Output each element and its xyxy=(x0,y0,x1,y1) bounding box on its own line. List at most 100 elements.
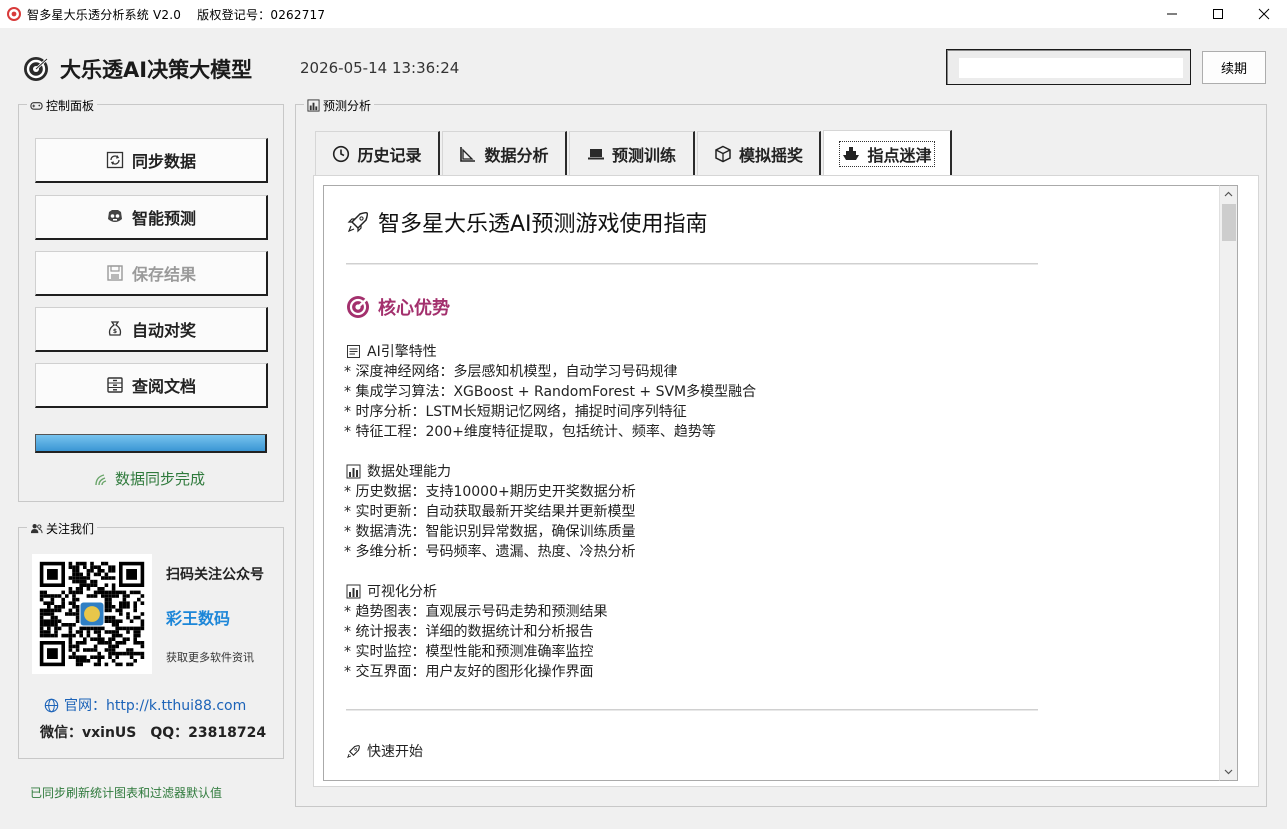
bar-chart-icon xyxy=(307,99,320,112)
scroll-down-button[interactable] xyxy=(1220,764,1237,780)
data-processing-heading-text: 数据处理能力 xyxy=(367,464,451,480)
tab-guidance-label: 指点迷津 xyxy=(867,145,932,165)
list-item: * 历史数据：支持10000+期历史开奖数据分析 xyxy=(344,484,636,500)
scroll-thumb[interactable] xyxy=(1222,204,1236,241)
bar-chart-icon xyxy=(346,584,361,598)
control-panel-title: 控制面板 xyxy=(46,99,95,113)
list-item: * 实时监控：模型性能和预测准确率监控 xyxy=(344,644,594,660)
qq-text: QQ：23818724 xyxy=(150,725,267,741)
guide-document[interactable]: 智多星大乐透AI预测游戏使用指南 核心优势 AI引擎特性 * 深度神经网络：多层… xyxy=(323,185,1219,781)
license-field-frame xyxy=(946,49,1191,85)
tab-data-analysis[interactable]: 数据分析 xyxy=(442,131,567,175)
window-titlebar: 智多星大乐透分析系统 V2.0 版权登记号：0262717 xyxy=(0,0,1287,28)
chevron-down-icon xyxy=(1224,769,1233,775)
tab-data-analysis-label: 数据分析 xyxy=(484,145,549,165)
users-icon xyxy=(30,524,43,534)
clock-icon xyxy=(333,145,350,162)
tab-history[interactable]: 历史记录 xyxy=(315,131,440,175)
list-item: * 时序分析：LSTM长短期记忆网络，捕捉时间序列特征 xyxy=(344,404,687,420)
maximize-icon xyxy=(1213,9,1223,19)
close-icon xyxy=(1258,8,1270,20)
tab-simulate-draw[interactable]: 模拟摇奖 xyxy=(697,131,821,175)
memo-icon xyxy=(347,344,360,358)
divider xyxy=(346,263,1038,265)
laptop-icon xyxy=(587,148,604,159)
rocket-icon xyxy=(347,744,360,758)
app-name-heading: 大乐透AI决策大模型 xyxy=(60,58,253,82)
data-processing-heading: 数据处理能力 xyxy=(346,461,451,481)
list-item: * 特征工程：200+维度特征提取，包括统计、频率、趋势等 xyxy=(344,424,716,440)
gamepad-icon xyxy=(30,102,43,110)
view-docs-label: 查阅文档 xyxy=(131,377,196,396)
save-result-button[interactable]: 保存结果 xyxy=(35,251,268,296)
list-item: * 深度神经网络：多层感知机模型，自动学习号码规律 xyxy=(344,364,678,380)
list-item: * 集成学习算法：XGBoost + RandomForest + SVM多模型… xyxy=(344,384,757,400)
quick-start-heading: 快速开始 xyxy=(346,741,423,761)
sync-status-text: 数据同步完成 xyxy=(94,468,205,489)
save-icon xyxy=(107,265,123,281)
vertical-scrollbar[interactable] xyxy=(1219,185,1238,781)
chevron-up-icon xyxy=(1224,191,1233,197)
visualization-heading-text: 可视化分析 xyxy=(367,584,437,600)
tab-guidance[interactable]: 指点迷津 xyxy=(823,130,952,176)
close-button[interactable] xyxy=(1241,0,1287,28)
cabinet-icon xyxy=(107,377,123,393)
scroll-up-button[interactable] xyxy=(1220,186,1237,202)
qr-code-image xyxy=(32,554,152,674)
save-result-label: 保存结果 xyxy=(131,265,196,284)
ai-engine-heading-text: AI引擎特性 xyxy=(367,344,437,360)
list-item: * 趋势图表：直观展示号码走势和预测结果 xyxy=(344,604,608,620)
divider xyxy=(346,709,1038,711)
smart-predict-button[interactable]: 智能预测 xyxy=(35,195,268,240)
sync-progress-bar xyxy=(35,434,267,453)
cube-icon xyxy=(715,145,731,162)
smart-predict-label: 智能预测 xyxy=(131,209,196,228)
sync-progress-fill xyxy=(36,435,265,451)
control-panel-legend: 控制面板 xyxy=(27,97,98,114)
license-input[interactable] xyxy=(959,58,1183,78)
svg-text:$: $ xyxy=(113,328,117,335)
bar-chart-icon xyxy=(346,464,361,478)
clock-display: 2026-05-14 13:36:24 xyxy=(300,59,460,77)
auto-check-label: 自动对奖 xyxy=(131,321,196,340)
follow-us-legend: 关注我们 xyxy=(27,520,98,537)
rocket-icon xyxy=(347,211,369,233)
visualization-heading: 可视化分析 xyxy=(346,581,437,601)
money-bag-icon: $ xyxy=(108,321,122,336)
list-item: * 多维分析：号码频率、遗漏、热度、冷热分析 xyxy=(344,544,636,560)
list-item: * 交互界面：用户友好的图形化操作界面 xyxy=(344,664,594,680)
tab-simulate-draw-label: 模拟摇奖 xyxy=(738,145,803,165)
maximize-button[interactable] xyxy=(1195,0,1241,28)
sync-data-label: 同步数据 xyxy=(131,152,196,171)
sync-icon xyxy=(106,151,124,169)
list-item: * 统计报表：详细的数据统计和分析报告 xyxy=(344,624,594,640)
auto-check-button[interactable]: $ 自动对奖 xyxy=(35,307,268,352)
tab-predict-training-label: 预测训练 xyxy=(611,145,676,165)
view-docs-button[interactable]: 查阅文档 xyxy=(35,363,268,408)
website-link[interactable]: 官网：http://k.tthui88.com xyxy=(44,695,246,715)
target-icon xyxy=(347,296,369,318)
website-label: 官网：http://k.tthui88.com xyxy=(64,698,247,714)
wechat-text: 微信：vxinUS xyxy=(40,725,137,741)
app-target-icon xyxy=(7,7,21,21)
tab-predict-training[interactable]: 预测训练 xyxy=(569,131,695,175)
tab-history-label: 历史记录 xyxy=(357,145,422,165)
guide-title-text: 智多星大乐透AI预测游戏使用指南 xyxy=(378,212,708,237)
ai-engine-heading: AI引擎特性 xyxy=(346,341,437,361)
renew-button[interactable]: 续期 xyxy=(1202,51,1266,84)
minimize-button[interactable] xyxy=(1149,0,1195,28)
logo-target-icon xyxy=(24,57,48,81)
sync-data-button[interactable]: 同步数据 xyxy=(35,138,268,183)
window-title: 智多星大乐透分析系统 V2.0 版权登记号：0262717 xyxy=(27,7,326,22)
list-item: * 数据清洗：智能识别异常数据，确保训练质量 xyxy=(344,524,636,540)
contact-info: 微信：vxinUS QQ：23818724 xyxy=(40,722,266,742)
quick-start-text: 快速开始 xyxy=(367,744,423,760)
section-heading-text: 核心优势 xyxy=(378,298,450,319)
section-heading: 核心优势 xyxy=(346,294,450,320)
scan-follow-title: 扫码关注公众号 xyxy=(166,567,264,583)
prediction-legend: 预测分析 xyxy=(304,97,375,114)
follow-us-title: 关注我们 xyxy=(46,522,95,536)
signal-icon xyxy=(95,473,107,485)
robot-icon xyxy=(107,210,122,222)
ship-icon xyxy=(843,146,860,160)
